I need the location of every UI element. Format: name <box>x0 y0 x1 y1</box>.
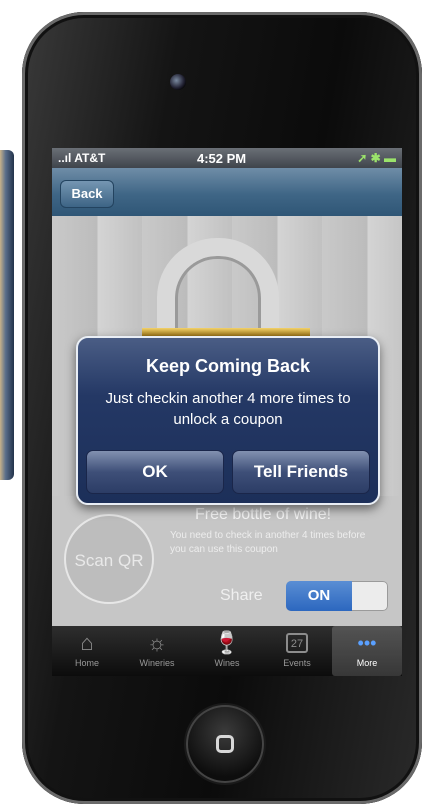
adjacent-device-edge <box>0 150 14 480</box>
tab-label: More <box>356 658 378 668</box>
share-label: Share <box>220 587 263 604</box>
more-dots-icon: ••• <box>357 633 377 653</box>
tab-wineries[interactable]: ☼ Wineries <box>122 626 192 676</box>
status-bar: ..ıl AT&T 4:52 PM ➚ ✱ ▬ <box>52 148 402 168</box>
screen: ..ıl AT&T 4:52 PM ➚ ✱ ▬ Back Scan QR Fre… <box>52 148 402 676</box>
home-button[interactable] <box>186 705 264 783</box>
tell-friends-button[interactable]: Tell Friends <box>232 450 370 494</box>
coupon-description: You need to check in another 4 times bef… <box>170 530 366 555</box>
share-toggle-on: ON <box>286 581 352 611</box>
status-time: 4:52 PM <box>197 151 247 166</box>
front-camera <box>170 74 186 90</box>
tab-events[interactable]: 27 Events <box>262 626 332 676</box>
padlock-band <box>142 328 310 336</box>
scan-qr-button[interactable]: Scan QR <box>64 514 154 604</box>
back-button[interactable]: Back <box>60 180 114 208</box>
tab-more[interactable]: ••• More <box>332 626 402 676</box>
alert-dialog: Keep Coming Back Just checkin another 4 … <box>76 336 380 505</box>
coupon-title: Free bottle of wine! <box>195 506 332 523</box>
tab-label: Wines <box>214 658 240 668</box>
alert-title: Keep Coming Back <box>145 356 311 376</box>
tab-home[interactable]: ⌂ Home <box>52 626 122 676</box>
sun-icon: ☼ <box>146 630 168 655</box>
wine-glass-icon: 🍷 <box>213 630 241 655</box>
alert-message: Just checkin another 4 more times to unl… <box>105 390 351 428</box>
carrier-label: ..ıl AT&T <box>58 151 106 165</box>
ok-button[interactable]: OK <box>86 450 224 494</box>
tab-label: Events <box>283 658 311 668</box>
home-icon: ⌂ <box>80 630 94 655</box>
tab-wines[interactable]: 🍷 Wines <box>192 626 262 676</box>
navigation-bar: Back <box>52 168 402 216</box>
calendar-day: 27 <box>286 633 308 653</box>
status-icons: ➚ ✱ ▬ <box>357 151 396 165</box>
tab-label: Wineries <box>139 658 175 668</box>
tab-bar: ⌂ Home ☼ Wineries 🍷 Wines 27 Events ••• … <box>52 626 402 676</box>
share-toggle[interactable]: ON <box>286 581 388 611</box>
calendar-icon: 27 <box>262 626 332 658</box>
tab-label: Home <box>74 658 99 668</box>
home-square-icon <box>216 735 234 753</box>
